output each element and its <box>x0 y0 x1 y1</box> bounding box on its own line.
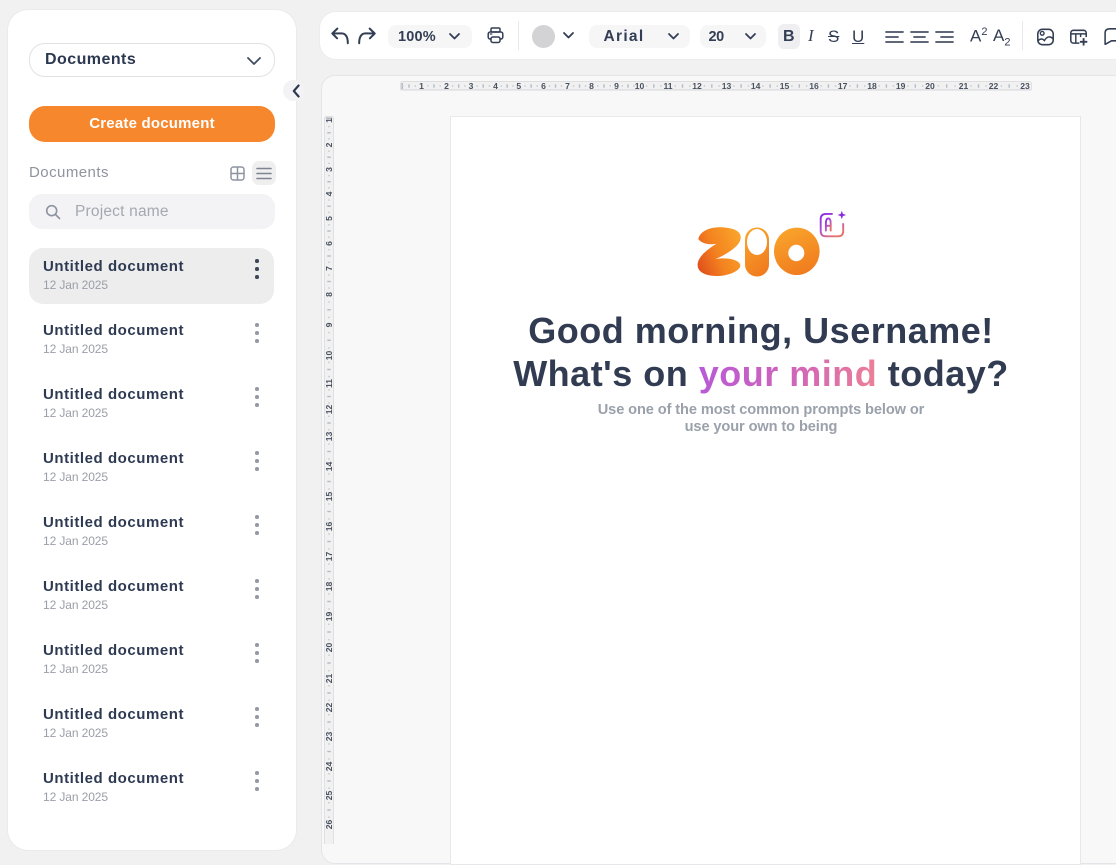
svg-text:22: 22 <box>324 702 334 712</box>
svg-text:16: 16 <box>324 521 334 531</box>
svg-text:13: 13 <box>324 431 334 441</box>
svg-text:21: 21 <box>324 673 334 683</box>
svg-text:10: 10 <box>324 350 334 360</box>
svg-text:2: 2 <box>324 142 334 147</box>
svg-text:12: 12 <box>324 404 334 414</box>
svg-text:26: 26 <box>324 819 334 829</box>
svg-text:8: 8 <box>324 291 334 296</box>
svg-text:7: 7 <box>324 265 334 270</box>
svg-text:1: 1 <box>324 117 334 122</box>
svg-text:4: 4 <box>324 191 334 196</box>
svg-text:14: 14 <box>324 461 334 471</box>
svg-text:25: 25 <box>324 790 334 800</box>
svg-text:9: 9 <box>324 322 334 327</box>
svg-text:23: 23 <box>324 731 334 741</box>
svg-text:11: 11 <box>324 378 334 387</box>
svg-text:19: 19 <box>324 611 334 621</box>
svg-text:15: 15 <box>324 491 334 501</box>
svg-text:5: 5 <box>324 215 334 220</box>
svg-text:17: 17 <box>324 551 334 561</box>
svg-text:18: 18 <box>324 581 334 591</box>
svg-text:6: 6 <box>324 240 334 245</box>
svg-text:24: 24 <box>324 761 334 771</box>
svg-text:20: 20 <box>324 642 334 652</box>
svg-text:3: 3 <box>324 166 334 171</box>
